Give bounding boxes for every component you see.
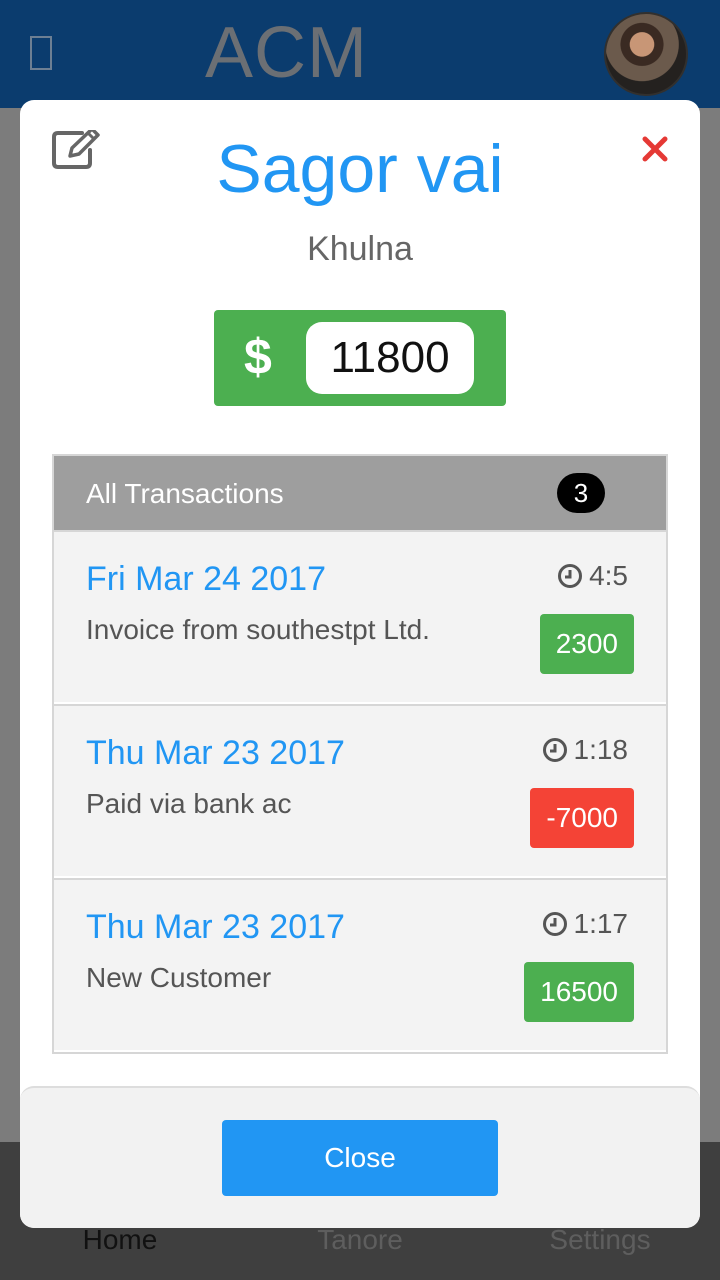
transaction-description: Invoice from southestpt Ltd. xyxy=(86,614,430,645)
transactions-header: All Transactions 3 xyxy=(54,456,666,530)
close-button[interactable]: Close xyxy=(222,1120,498,1196)
tab-home[interactable]: Home xyxy=(0,1224,240,1256)
transaction-item[interactable]: Thu Mar 23 2017 New Customer 1:17 16500 xyxy=(54,878,666,1050)
transaction-amount: -7000 xyxy=(530,788,634,848)
transaction-time: 1:17 xyxy=(542,908,629,940)
transaction-amount: 2300 xyxy=(539,614,634,674)
tab-tanore[interactable]: Tanore xyxy=(240,1224,480,1256)
transaction-time-text: 1:17 xyxy=(573,908,629,939)
menu-icon[interactable] xyxy=(30,36,52,70)
transaction-amount: 16500 xyxy=(524,962,634,1022)
modal-footer: Close xyxy=(20,1086,700,1228)
transaction-item[interactable]: Thu Mar 23 2017 Paid via bank ac 1:18 -7… xyxy=(54,704,666,876)
app-title: ACM xyxy=(205,13,368,93)
clock-icon xyxy=(542,912,567,936)
transactions-title: All Transactions xyxy=(86,478,284,509)
transaction-date: Thu Mar 23 2017 xyxy=(86,734,345,772)
balance-amount: 11800 xyxy=(306,322,474,394)
balance-badge: $ 11800 xyxy=(214,310,506,406)
transaction-time: 1:18 xyxy=(542,734,629,766)
dollar-icon: $ xyxy=(244,329,272,385)
transaction-date: Fri Mar 24 2017 xyxy=(86,560,326,598)
transaction-description: Paid via bank ac xyxy=(86,788,292,819)
customer-city: Khulna xyxy=(307,230,413,268)
transaction-date: Thu Mar 23 2017 xyxy=(86,908,345,946)
transaction-time: 4:5 xyxy=(557,560,628,592)
app-header: ACM xyxy=(0,0,720,108)
avatar[interactable] xyxy=(604,12,688,96)
clock-icon xyxy=(558,564,583,588)
transactions-count-badge: 3 xyxy=(557,473,605,513)
transaction-item[interactable]: Fri Mar 24 2017 Invoice from southestpt … xyxy=(54,530,666,702)
customer-name: Sagor vai xyxy=(216,131,504,207)
transactions-panel: All Transactions 3 Fri Mar 24 2017 Invoi… xyxy=(52,454,668,1054)
transaction-time-text: 1:18 xyxy=(573,734,629,765)
clock-icon xyxy=(542,738,567,762)
tab-settings[interactable]: Settings xyxy=(480,1224,720,1256)
transaction-time-text: 4:5 xyxy=(589,560,628,591)
transaction-description: New Customer xyxy=(86,962,272,993)
customer-modal: Sagor vai Khulna $ 11800 All Transaction… xyxy=(20,100,700,1228)
